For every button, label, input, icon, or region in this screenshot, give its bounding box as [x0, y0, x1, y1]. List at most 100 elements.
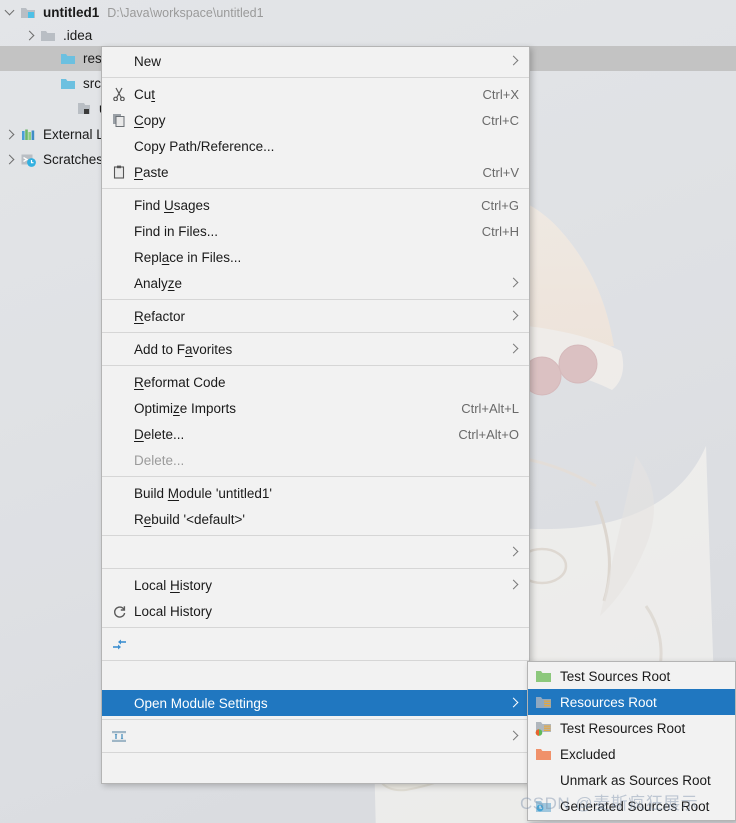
- menu-item-reload-from-disk[interactable]: Local History: [102, 598, 529, 624]
- menu-item-label: Local History: [134, 577, 213, 593]
- folder-icon: [40, 28, 58, 44]
- menu-item-label: Find Usages: [134, 197, 210, 213]
- tree-label: src: [83, 76, 101, 91]
- menu-item-diagrams[interactable]: [102, 723, 529, 749]
- chevron-right-icon: [507, 303, 519, 329]
- paste-icon: [108, 165, 130, 179]
- menu-item-find-in-files[interactable]: Find in Files... Ctrl+H: [102, 218, 529, 244]
- menu-item-label: Delete...: [134, 452, 185, 468]
- menu-item-optimize-imports[interactable]: Optimize Imports Ctrl+Alt+L: [102, 395, 529, 421]
- module-folder-icon: [20, 5, 38, 21]
- menu-item-label: Reformat Code: [134, 374, 226, 390]
- diagrams-icon: [108, 729, 130, 744]
- tree-row-untitled1[interactable]: untitled1 D:\Java\workspace\untitled1: [0, 0, 736, 25]
- menu-item-local-history[interactable]: Local History: [102, 572, 529, 598]
- menu-item-compare-with[interactable]: [102, 631, 529, 657]
- chevron-right-icon[interactable]: [24, 29, 37, 42]
- menu-item-accelerator: Ctrl+V: [482, 164, 519, 180]
- menu-item-accelerator: Ctrl+G: [481, 197, 519, 213]
- menu-item-copy-path-reference[interactable]: Copy Path/Reference...: [102, 133, 529, 159]
- submenu-item-resources-root[interactable]: Resources Root: [528, 689, 735, 715]
- menu-item-label: Find in Files...: [134, 223, 219, 239]
- context-menu[interactable]: New Cut Ctrl+X Copy Ctrl+C Copy Path/Ref…: [101, 46, 530, 784]
- menu-item-build-module[interactable]: Build Module 'untitled1': [102, 480, 529, 506]
- menu-item-label: Cut: [134, 86, 156, 102]
- menu-item-paste[interactable]: Paste Ctrl+V: [102, 159, 529, 185]
- submenu-item-label: Resources Root: [560, 694, 657, 710]
- menu-item-label: Copy: [134, 112, 166, 128]
- chevron-right-icon: [507, 690, 519, 716]
- menu-item-label: Delete...: [134, 426, 185, 442]
- resources-root-icon: [532, 694, 556, 710]
- test-resources-root-icon: [532, 720, 556, 736]
- menu-separator: [102, 476, 529, 477]
- menu-item-label: Open Module Settings: [134, 695, 268, 711]
- resources-folder-icon: [60, 51, 78, 67]
- chevron-right-icon[interactable]: [4, 128, 17, 141]
- compare-icon: [108, 637, 130, 652]
- menu-item-mark-directory-as[interactable]: Open Module Settings: [102, 690, 529, 716]
- ide-window: untitled1 D:\Java\workspace\untitled1 .i…: [0, 0, 736, 823]
- menu-item-cut[interactable]: Cut Ctrl+X: [102, 81, 529, 107]
- menu-item-new[interactable]: New: [102, 48, 529, 74]
- submenu-item-test-resources-root[interactable]: Test Resources Root: [528, 715, 735, 741]
- external-libraries-icon: [20, 127, 38, 143]
- menu-item-delete[interactable]: Delete... Ctrl+Alt+O: [102, 421, 529, 447]
- module-path-label: D:\Java\workspace\untitled1: [107, 5, 264, 20]
- sources-folder-icon: [60, 76, 78, 92]
- excluded-icon: [532, 746, 556, 762]
- chevron-right-icon: [507, 270, 519, 296]
- menu-item-open-in[interactable]: [102, 539, 529, 565]
- menu-separator: [102, 77, 529, 78]
- chevron-down-icon[interactable]: [4, 6, 17, 19]
- tree-row-idea[interactable]: .idea: [0, 23, 736, 48]
- menu-item-analyze[interactable]: Analyze: [102, 270, 529, 296]
- menu-separator: [102, 365, 529, 366]
- menu-separator: [102, 752, 529, 753]
- menu-item-accelerator: Ctrl+C: [481, 112, 519, 128]
- menu-item-accelerator: Ctrl+Alt+L: [461, 400, 519, 416]
- chevron-right-icon[interactable]: [4, 153, 17, 166]
- menu-item-label: Optimize Imports: [134, 400, 237, 416]
- iml-file-icon: [76, 101, 94, 117]
- menu-item-accelerator: Ctrl+H: [481, 223, 519, 239]
- menu-item-rebuild[interactable]: Rebuild '<default>': [102, 506, 529, 532]
- cut-icon: [108, 87, 130, 101]
- submenu-item-label: Excluded: [560, 746, 616, 762]
- menu-item-label: Rebuild '<default>': [134, 511, 245, 527]
- menu-item-label: Replace in Files...: [134, 249, 242, 265]
- submenu-item-label: Test Sources Root: [560, 668, 671, 684]
- submenu-item-unmark-as-sources-root[interactable]: Unmark as Sources Root: [528, 767, 735, 793]
- menu-item-label: Build Module 'untitled1': [134, 485, 273, 501]
- submenu-item-label: Generated Sources Root: [560, 798, 710, 814]
- menu-item-accelerator: Ctrl+X: [482, 86, 519, 102]
- submenu-item-excluded[interactable]: Excluded: [528, 741, 735, 767]
- submenu-item-test-sources-root[interactable]: Test Sources Root: [528, 663, 735, 689]
- menu-separator: [102, 568, 529, 569]
- menu-separator: [102, 627, 529, 628]
- menu-separator: [102, 332, 529, 333]
- menu-item-label: Copy Path/Reference...: [134, 138, 275, 154]
- test-sources-root-icon: [532, 668, 556, 684]
- menu-item-convert-java-to-kotlin[interactable]: [102, 756, 529, 782]
- menu-separator: [102, 719, 529, 720]
- copy-icon: [108, 113, 130, 127]
- menu-item-label: New: [134, 53, 162, 69]
- menu-item-reformat-code[interactable]: Reformat Code: [102, 369, 529, 395]
- menu-item-replace-in-files[interactable]: Replace in Files...: [102, 244, 529, 270]
- menu-item-label: Analyze: [134, 275, 183, 291]
- submenu-item-generated-sources-root[interactable]: Generated Sources Root: [528, 793, 735, 819]
- menu-item-copy[interactable]: Copy Ctrl+C: [102, 107, 529, 133]
- menu-item-find-usages[interactable]: Find Usages Ctrl+G: [102, 192, 529, 218]
- menu-item-override-file-type: Delete...: [102, 447, 529, 473]
- chevron-right-icon: [507, 539, 519, 565]
- tree-label: .idea: [63, 28, 93, 43]
- submenu-item-label: Unmark as Sources Root: [560, 772, 711, 788]
- menu-item-add-to-favorites[interactable]: Add to Favorites: [102, 336, 529, 362]
- menu-separator: [102, 299, 529, 300]
- chevron-right-icon: [507, 723, 519, 749]
- mark-directory-as-submenu[interactable]: Test Sources Root Resources Root Test Re…: [527, 661, 736, 821]
- menu-item-refactor[interactable]: Refactor: [102, 303, 529, 329]
- menu-separator: [102, 188, 529, 189]
- menu-item-open-module-settings[interactable]: [102, 664, 529, 690]
